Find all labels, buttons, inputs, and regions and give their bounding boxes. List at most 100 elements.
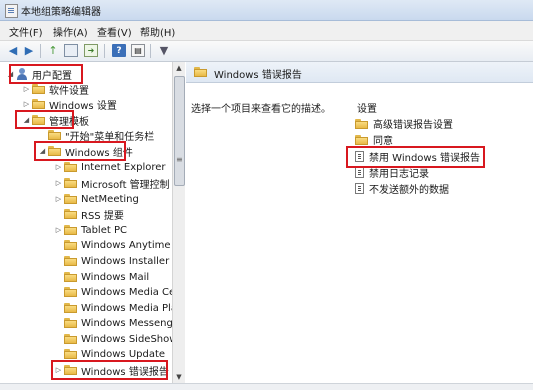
toolbar-separator — [150, 44, 151, 58]
folder-icon — [64, 225, 77, 235]
folder-icon — [355, 134, 368, 145]
tree-item-label: Tablet PC — [81, 224, 127, 236]
filter-icon[interactable]: ▼ — [157, 44, 171, 57]
tree-item-windows-sideshow[interactable]: Windows SideShow — [54, 332, 173, 346]
scroll-up-icon[interactable]: ▲ — [173, 62, 185, 74]
tree-item-windows-installer[interactable]: Windows Installer — [54, 254, 169, 268]
folder-icon — [48, 146, 61, 156]
back-icon[interactable]: ◀ — [6, 44, 20, 57]
tree-item-label: Windows Media Pla — [81, 302, 173, 314]
tree-item-internet-explorer[interactable]: ▷ Internet Explorer — [54, 160, 166, 174]
user-icon — [16, 68, 28, 80]
tree-item-mmc[interactable]: ▷ Microsoft 管理控制 — [54, 176, 170, 191]
tree-item-netmeeting[interactable]: ▷ NetMeeting — [54, 192, 139, 206]
tree-item-user-config[interactable]: ◢ 用户配置 — [6, 67, 72, 82]
tree-item-label: Windows 错误报告 — [81, 366, 169, 378]
tree-item-label: Internet Explorer — [81, 161, 166, 173]
tree-item-admin-templates[interactable]: ◢ 管理模板 — [22, 113, 89, 128]
tree-item-windows-components[interactable]: ◢ Windows 组件 — [38, 144, 133, 159]
tree-item-label: Windows Anytime U — [81, 239, 173, 251]
panel-header: Windows 错误报告 — [186, 62, 533, 83]
collapse-arrow-icon[interactable]: ▷ — [54, 226, 63, 234]
show-hide-tree-icon[interactable] — [64, 44, 78, 57]
tree-item-windows-media-center[interactable]: Windows Media Ce — [54, 285, 172, 299]
title-bar: 本地组策略编辑器 — [0, 0, 533, 21]
expand-arrow-icon[interactable]: ◢ — [38, 147, 47, 155]
folder-icon — [64, 209, 77, 219]
folder-icon — [64, 303, 77, 313]
folder-icon — [48, 130, 61, 140]
folder-icon — [64, 349, 77, 359]
tree-item-tablet-pc[interactable]: ▷ Tablet PC — [54, 223, 127, 237]
folder-icon — [64, 318, 77, 328]
list-item-label: 不发送额外的数据 — [369, 185, 449, 196]
tree-item-label: Microsoft 管理控制 — [81, 179, 170, 191]
collapse-arrow-icon[interactable]: ▷ — [54, 163, 63, 171]
toolbar-separator — [40, 44, 41, 58]
tree-item-windows-error-reporting[interactable]: ▷ Windows 错误报告 — [54, 363, 169, 378]
help-icon[interactable]: ? — [112, 44, 126, 57]
tree-item-label: Windows Mail — [81, 271, 150, 283]
tree-item-software-settings[interactable]: ▷ 软件设置 — [22, 82, 89, 97]
collapse-arrow-icon[interactable]: ▷ — [54, 195, 63, 203]
tree-item-rss[interactable]: RSS 提要 — [54, 207, 124, 222]
list-item-consent[interactable]: 同意 — [355, 132, 393, 147]
collapse-arrow-icon[interactable]: ▷ — [22, 85, 31, 93]
scroll-grip-icon: ≡ — [176, 155, 183, 164]
menu-view[interactable]: 查看(V) — [97, 24, 132, 39]
folder-icon — [64, 272, 77, 282]
tree-item-start-menu[interactable]: "开始"菜单和任务栏 — [38, 128, 154, 143]
properties-icon[interactable]: ▤ — [131, 44, 145, 57]
tree-item-windows-mail[interactable]: Windows Mail — [54, 270, 149, 284]
list-item-label: 同意 — [373, 136, 393, 147]
scroll-down-icon[interactable]: ▼ — [173, 371, 185, 383]
collapse-arrow-icon[interactable]: ▷ — [54, 179, 63, 187]
tree-item-label: Windows Installer — [81, 255, 170, 267]
tree-item-windows-anytime[interactable]: Windows Anytime U — [54, 238, 173, 252]
up-folder-icon[interactable]: ↑ — [46, 44, 60, 57]
folder-icon — [64, 256, 77, 266]
tree-item-windows-settings[interactable]: ▷ Windows 设置 — [22, 97, 117, 112]
expand-arrow-icon[interactable]: ◢ — [6, 70, 15, 78]
tree-item-label: Windows Messeng — [81, 317, 173, 329]
folder-icon — [32, 84, 45, 94]
tree-item-label: 管理模板 — [49, 116, 89, 128]
folder-icon — [32, 99, 45, 109]
list-item-label: 高级错误报告设置 — [373, 120, 453, 131]
list-item-advanced-error-reporting[interactable]: 高级错误报告设置 — [355, 116, 453, 131]
collapse-arrow-icon[interactable]: ▷ — [22, 100, 31, 108]
tree-scrollbar[interactable]: ▲ ≡ ▼ — [172, 62, 185, 383]
forward-icon[interactable]: ▶ — [22, 44, 36, 57]
setting-icon — [355, 167, 364, 178]
collapse-arrow-icon[interactable]: ▷ — [54, 366, 63, 374]
expand-arrow-icon[interactable]: ◢ — [22, 116, 31, 124]
toolbar-separator — [104, 44, 105, 58]
list-item-label: 禁用日志记录 — [369, 169, 429, 180]
folder-icon — [64, 287, 77, 297]
toolbar: ◀ ▶ ↑ ➜ ? ▤ ▼ — [0, 41, 533, 62]
tree-item-label: Windows SideShow — [81, 333, 173, 345]
menu-action[interactable]: 操作(A) — [53, 24, 88, 39]
menu-help[interactable]: 帮助(H) — [140, 24, 175, 39]
folder-icon — [64, 178, 77, 188]
menu-file[interactable]: 文件(F) — [9, 24, 43, 39]
tree-item-windows-media-player[interactable]: Windows Media Pla — [54, 301, 173, 315]
tree-item-label: Windows Update — [81, 348, 166, 360]
folder-icon — [355, 118, 368, 129]
settings-column-header[interactable]: 设置 — [357, 100, 377, 115]
list-item-disable-error-reporting[interactable]: 禁用 Windows 错误报告 — [355, 149, 480, 164]
tree-item-label: 软件设置 — [49, 85, 89, 97]
tree-item-windows-messenger[interactable]: Windows Messeng — [54, 316, 173, 330]
scroll-thumb[interactable] — [174, 76, 185, 186]
tree-item-windows-update[interactable]: Windows Update — [54, 347, 165, 361]
navigation-tree: ◢ 用户配置 ▷ 软件设置 ▷ Windows 设置 ◢ 管理模板 "开始"菜单… — [0, 62, 173, 383]
setting-icon — [355, 183, 364, 194]
list-item-no-extra-data[interactable]: 不发送额外的数据 — [355, 181, 449, 196]
folder-icon — [64, 240, 77, 250]
list-item-label: 禁用 Windows 错误报告 — [369, 153, 480, 164]
tree-item-label: RSS 提要 — [81, 210, 124, 222]
list-item-disable-logging[interactable]: 禁用日志记录 — [355, 165, 429, 180]
folder-icon — [194, 67, 207, 77]
setting-icon — [355, 151, 364, 162]
export-list-icon[interactable]: ➜ — [84, 44, 98, 57]
